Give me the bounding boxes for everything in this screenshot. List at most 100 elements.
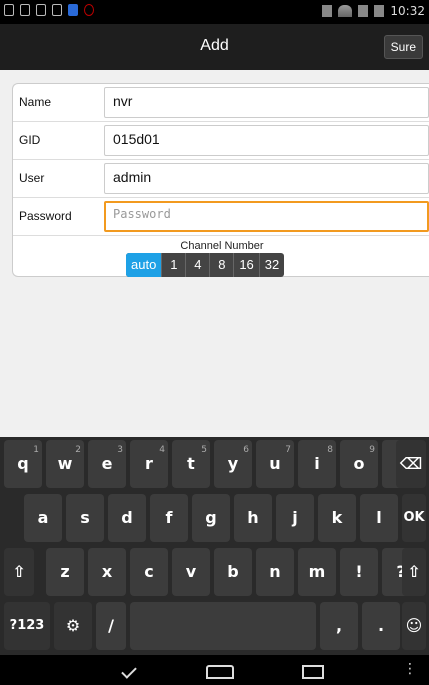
settings-icon: ⚙: [65, 616, 81, 635]
key-v[interactable]: v: [172, 548, 210, 596]
navigation-bar: ⋮: [0, 655, 429, 685]
key-label: i: [314, 454, 320, 473]
key-j[interactable]: j: [276, 494, 314, 542]
channel-option-4[interactable]: 4: [186, 253, 211, 277]
keyboard-row-2: a s d f g h j k l: [0, 491, 429, 545]
key-c[interactable]: c: [130, 548, 168, 596]
name-label: Name: [19, 95, 52, 109]
menu-icon[interactable]: ⋮: [403, 661, 417, 677]
channel-option-1[interactable]: 1: [162, 253, 187, 277]
shift-icon: ⇧: [12, 562, 26, 581]
clock: 10:32: [390, 4, 425, 18]
backspace-icon: ⌫: [399, 454, 423, 473]
key-exclamation[interactable]: !: [340, 548, 378, 596]
key-number-hint: 4: [159, 445, 165, 455]
key-label: o: [353, 454, 365, 473]
password-label: Password: [19, 209, 72, 223]
key-g[interactable]: g: [192, 494, 230, 542]
settings-key[interactable]: ⚙: [54, 602, 92, 650]
key-k[interactable]: k: [318, 494, 356, 542]
warning-icon: [20, 4, 30, 16]
key-label: t: [187, 454, 195, 473]
channel-option-auto[interactable]: auto: [126, 253, 163, 277]
key-t[interactable]: t5: [172, 440, 210, 488]
channel-option-32[interactable]: 32: [260, 253, 284, 277]
key-label: q: [17, 454, 29, 473]
key-number-hint: 6: [243, 445, 249, 455]
system-icons: 10:32: [322, 4, 425, 18]
key-r[interactable]: r4: [130, 440, 168, 488]
key-l[interactable]: l: [360, 494, 398, 542]
key-d[interactable]: d: [108, 494, 146, 542]
home-icon[interactable]: [206, 665, 234, 679]
emoji-icon: ☺: [405, 616, 423, 635]
key-a[interactable]: a: [24, 494, 62, 542]
channel-number-label: Channel Number: [180, 240, 264, 252]
user-field[interactable]: admin: [104, 163, 429, 194]
keyboard-row-3: ⇧ z x c v b n m ! ?: [0, 545, 429, 599]
sure-button[interactable]: Sure: [383, 35, 423, 59]
name-field[interactable]: nvr: [104, 87, 429, 118]
recent-apps-icon[interactable]: [302, 665, 324, 679]
key-slash[interactable]: /: [96, 602, 126, 650]
back-icon[interactable]: [121, 663, 137, 679]
key-number-hint: 7: [285, 445, 291, 455]
key-label: u: [269, 454, 281, 473]
page-title: Add: [200, 37, 229, 54]
key-f[interactable]: f: [150, 494, 188, 542]
key-h[interactable]: h: [234, 494, 272, 542]
key-number-hint: 3: [117, 445, 123, 455]
notification-icons: [4, 4, 94, 16]
key-y[interactable]: y6: [214, 440, 252, 488]
status-bar: 10:32: [0, 0, 429, 24]
keyboard-row-1: q1 w2 e3 r4 t5 y6 u7 i8 o9 p0: [0, 437, 429, 491]
gid-row: GID 015d01: [13, 122, 429, 160]
channel-option-8[interactable]: 8: [210, 253, 235, 277]
channel-number-selector: auto 1 4 8 16 32: [126, 253, 285, 277]
symbols-key[interactable]: ?123: [4, 602, 50, 650]
backspace-key[interactable]: ⌫: [396, 440, 426, 488]
password-field[interactable]: Password: [104, 201, 429, 232]
user-row: User admin: [13, 160, 429, 198]
password-row: Password Password: [13, 198, 429, 236]
key-n[interactable]: n: [256, 548, 294, 596]
key-e[interactable]: e3: [88, 440, 126, 488]
space-key[interactable]: [130, 602, 316, 650]
key-u[interactable]: u7: [256, 440, 294, 488]
key-m[interactable]: m: [298, 548, 336, 596]
gid-field[interactable]: 015d01: [104, 125, 429, 156]
key-b[interactable]: b: [214, 548, 252, 596]
image-icon: [36, 4, 46, 16]
key-z[interactable]: z: [46, 548, 84, 596]
key-x[interactable]: x: [88, 548, 126, 596]
shift-key-right[interactable]: ⇧: [402, 548, 426, 596]
alert-icon: [84, 4, 94, 16]
key-label: y: [227, 454, 239, 473]
bluetooth-icon: [322, 5, 333, 17]
key-w[interactable]: w2: [46, 440, 84, 488]
signal-icon: [358, 5, 369, 17]
battery-icon: [374, 5, 385, 17]
emoji-key[interactable]: ☺: [402, 602, 426, 650]
ok-key[interactable]: OK: [402, 494, 426, 542]
key-period[interactable]: .: [362, 602, 400, 650]
name-row: Name nvr: [13, 84, 429, 122]
key-number-hint: 9: [369, 445, 375, 455]
app-bar: Add Sure: [0, 24, 429, 70]
key-o[interactable]: o9: [340, 440, 378, 488]
upload-icon: [52, 4, 62, 16]
channel-option-16[interactable]: 16: [234, 253, 260, 277]
user-label: User: [19, 171, 45, 185]
shift-icon: ⇧: [407, 562, 421, 581]
keyboard-row-4: ?123 ⚙ / , .: [0, 599, 429, 653]
key-number-hint: 1: [33, 445, 39, 455]
key-number-hint: 5: [201, 445, 207, 455]
key-q[interactable]: q1: [4, 440, 42, 488]
gid-label: GID: [19, 133, 41, 147]
app-icon: [68, 4, 78, 16]
key-s[interactable]: s: [66, 494, 104, 542]
key-i[interactable]: i8: [298, 440, 336, 488]
shift-key[interactable]: ⇧: [4, 548, 34, 596]
key-number-hint: 2: [75, 445, 81, 455]
key-comma[interactable]: ,: [320, 602, 358, 650]
